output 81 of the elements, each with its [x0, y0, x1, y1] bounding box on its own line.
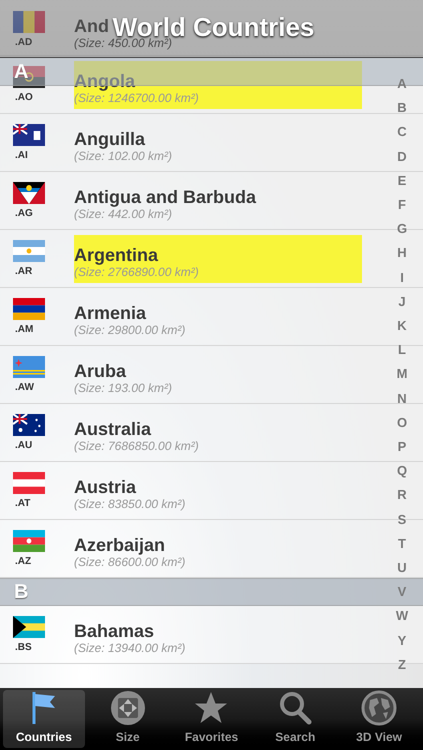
index-letter[interactable]: B — [397, 96, 407, 120]
domain-label: .BS — [14, 641, 32, 655]
country-name[interactable]: Austria — [74, 476, 136, 496]
index-letter[interactable]: R — [397, 483, 407, 508]
flag-icon — [13, 182, 45, 204]
star-icon — [193, 690, 230, 726]
flag-icon — [13, 530, 45, 552]
index-letter[interactable]: K — [397, 314, 407, 338]
country-name[interactable]: Anguilla — [74, 128, 145, 148]
flag-icon — [13, 124, 45, 146]
domain-label: .AZ — [14, 555, 32, 569]
tab[interactable]: Countries — [3, 690, 85, 748]
index-letter[interactable]: E — [398, 168, 406, 194]
size-text: (Size: 450.00 km²) — [74, 36, 172, 50]
size-text: (Size: 83850.00 km²) — [74, 496, 186, 510]
index-letter[interactable]: U — [397, 556, 407, 580]
index-letter[interactable]: D — [397, 144, 407, 169]
size-text: (Size: 442.00 km²) — [74, 206, 172, 220]
index-letter[interactable]: C — [397, 120, 407, 145]
tab[interactable]: Size — [86, 690, 169, 748]
size-text: (Size: 7686850.00 km²) — [74, 438, 199, 452]
size-text: (Size: 13940.00 km²) — [74, 640, 186, 654]
flag-icon — [13, 616, 45, 638]
country-name[interactable]: Angola — [74, 70, 135, 90]
tab[interactable]: 3D View — [338, 690, 420, 748]
country-name[interactable]: Antigua and Barbuda — [74, 186, 256, 206]
index-letter[interactable]: L — [398, 338, 406, 362]
country-name[interactable]: Bahamas — [74, 620, 154, 640]
search-icon — [277, 690, 314, 726]
domain-label: .AT — [14, 497, 30, 511]
country-name[interactable]: Aruba — [74, 360, 126, 380]
index-letter[interactable]: J — [398, 290, 406, 314]
index-letter[interactable]: S — [398, 508, 406, 532]
domain-label: .AM — [14, 323, 34, 337]
size-text: (Size: 193.00 km²) — [74, 380, 172, 394]
index-letter[interactable]: M — [396, 362, 408, 387]
flag-icon — [13, 298, 45, 320]
globe-icon — [361, 690, 398, 726]
index-letter[interactable]: Q — [396, 459, 408, 484]
section-letter: B — [14, 580, 28, 605]
index-letter[interactable]: Z — [398, 652, 406, 678]
window-title: World Countries — [112, 16, 314, 38]
size-text: (Size: 1246700.00 km²) — [74, 90, 199, 104]
flag-icon — [13, 240, 45, 262]
arrows-icon — [110, 690, 146, 726]
flag-icon — [13, 472, 45, 494]
size-text: (Size: 29800.00 km²) — [74, 322, 186, 336]
index-letter[interactable]: Y — [398, 628, 406, 653]
domain-label: .AU — [14, 439, 32, 453]
size-text: (Size: 86600.00 km²) — [74, 554, 186, 568]
country-name[interactable]: Argentina — [74, 244, 158, 264]
flag-icon — [13, 11, 45, 33]
country-name[interactable]: Azerbaijan — [74, 534, 166, 554]
domain-label: .AD — [14, 36, 32, 50]
index-letter[interactable]: H — [397, 241, 407, 266]
index-letter[interactable]: T — [398, 532, 406, 556]
domain-label: .AO — [14, 91, 33, 105]
index-letter[interactable]: I — [400, 266, 404, 290]
index-letter[interactable]: F — [398, 193, 406, 218]
size-text: (Size: 102.00 km²) — [74, 148, 172, 162]
country-name[interactable]: And — [74, 16, 109, 36]
tab[interactable]: Search — [254, 690, 336, 748]
country-name[interactable]: Armenia — [74, 302, 146, 322]
index-letter[interactable]: N — [397, 386, 407, 411]
index-letter[interactable]: A — [397, 72, 407, 96]
index-letter[interactable]: W — [396, 604, 408, 629]
tab[interactable]: Favorites — [170, 690, 252, 748]
index-letter[interactable]: P — [398, 435, 406, 460]
domain-label: .AG — [14, 207, 33, 221]
flag-icon — [13, 66, 45, 88]
domain-label: .AW — [14, 381, 34, 395]
index-letter[interactable]: G — [396, 217, 408, 242]
domain-label: .AI — [14, 149, 28, 163]
domain-label: .AR — [14, 265, 32, 279]
section-letter: A — [14, 60, 28, 84]
index-letter[interactable]: O — [396, 410, 408, 436]
index-letter[interactable]: V — [398, 580, 406, 604]
flag-icon — [13, 414, 45, 436]
flag-icon — [13, 356, 45, 378]
country-name[interactable]: Australia — [74, 418, 152, 438]
size-text: (Size: 2766890.00 km²) — [74, 264, 199, 278]
